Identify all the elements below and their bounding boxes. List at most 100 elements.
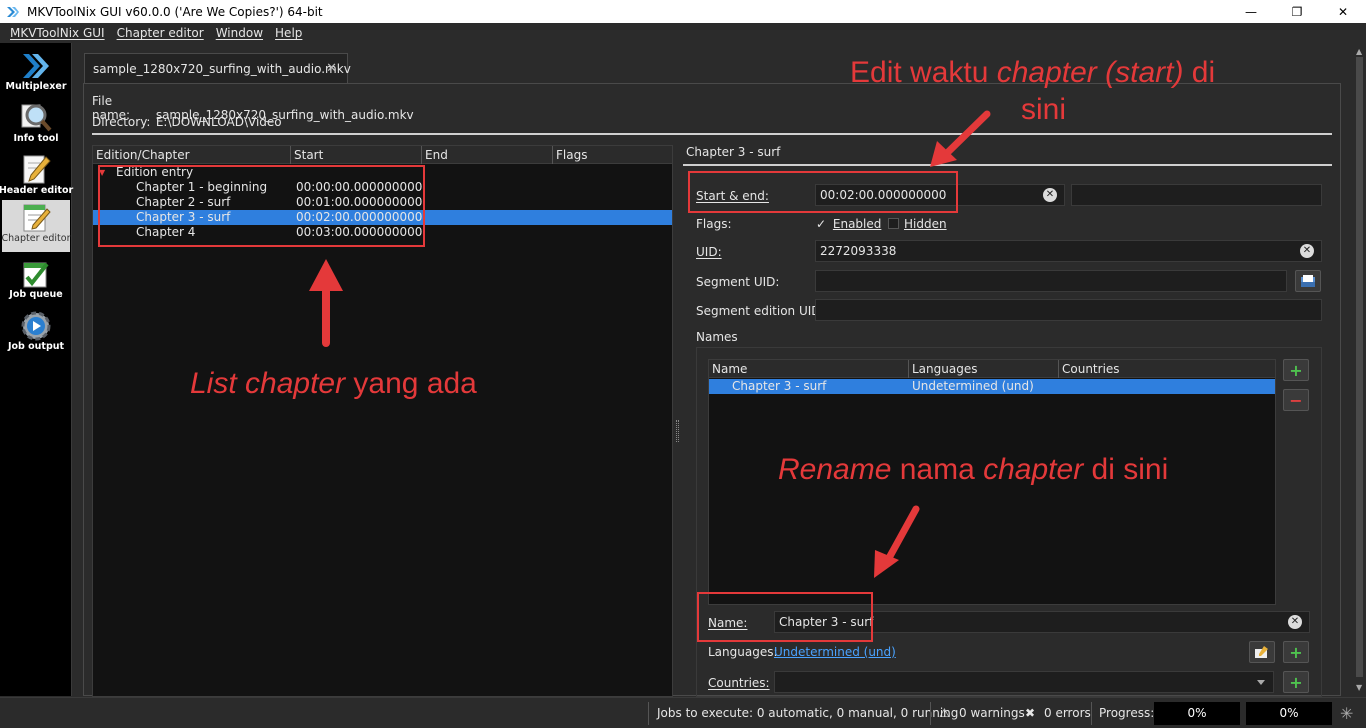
checklist-icon — [19, 257, 53, 291]
col-end[interactable]: End — [422, 146, 553, 164]
status-bar: Jobs to execute: 0 automatic, 0 manual, … — [0, 697, 1366, 728]
error-icon[interactable]: ✖ — [1025, 698, 1035, 728]
maximize-button[interactable]: ❐ — [1274, 0, 1320, 23]
directory-row: Directory: E:\DOWNLOAD\Video — [92, 115, 282, 129]
tab-label: sample_1280x720_surfing_with_audio.mkv — [93, 62, 351, 76]
splitter-handle[interactable] — [676, 420, 679, 442]
menu-window[interactable]: Window — [210, 26, 269, 40]
minimize-button[interactable]: — — [1228, 0, 1274, 23]
chapter-editor-icon — [19, 201, 53, 235]
vertical-scrollbar[interactable]: ▲ ▼ — [1353, 43, 1366, 696]
end-input[interactable] — [1071, 184, 1322, 206]
remove-name-button[interactable]: − — [1283, 389, 1309, 411]
language-cell: Undetermined (und) — [912, 379, 1034, 393]
progress-bar-total: 0% — [1246, 702, 1332, 725]
menu-mkvtoolnix-gui[interactable]: MKVToolNix GUI — [4, 26, 111, 40]
annotation-box-start — [688, 171, 958, 213]
add-country-button[interactable]: + — [1283, 671, 1309, 693]
names-label: Names — [696, 330, 738, 344]
tab-close-icon[interactable]: ✕ — [326, 61, 337, 76]
scroll-thumb[interactable] — [1356, 57, 1363, 677]
progress-label: Progress: — [1099, 706, 1155, 720]
uid-input[interactable]: 2272093338 — [815, 240, 1322, 262]
edit-languages-button[interactable] — [1249, 641, 1275, 663]
warning-icon[interactable]: ⚠ — [939, 698, 950, 728]
annotation-box-name — [697, 592, 873, 642]
hidden-checkbox[interactable]: Hidden — [888, 217, 947, 231]
sidebar-label: Header editor — [0, 185, 74, 196]
status-separator — [1091, 702, 1092, 725]
separator — [92, 133, 1332, 135]
annotation-box-chapter-list — [98, 165, 425, 247]
edit-icon — [1255, 646, 1268, 658]
names-row-selected[interactable]: Chapter 3 - surf Undetermined (und) — [709, 379, 1275, 394]
segment-uid-input[interactable] — [815, 270, 1287, 292]
chapter-detail-title: Chapter 3 - surf — [686, 145, 781, 159]
busy-spinner-icon: ✳ — [1340, 704, 1354, 723]
names-table-header: Name Languages Countries — [709, 360, 1275, 378]
status-separator — [648, 702, 649, 725]
plus-icon: + — [1289, 642, 1303, 662]
sidebar-item-info-tool[interactable]: Info tool — [0, 100, 72, 152]
scroll-down-icon[interactable]: ▼ — [1356, 683, 1362, 692]
annotation-text-rename: Rename nama chapter di sini — [778, 453, 1169, 486]
plus-icon: + — [1289, 360, 1303, 380]
col-languages[interactable]: Languages — [909, 360, 1059, 378]
enabled-checkbox[interactable]: ✓ Enabled — [816, 217, 881, 231]
menu-help[interactable]: Help — [269, 26, 308, 40]
uid-label: UID: — [696, 245, 722, 259]
menu-bar: MKVToolNix GUI Chapter editor Window Hel… — [0, 23, 1366, 43]
errors-count[interactable]: 0 errors — [1044, 698, 1091, 728]
pencil-paper-icon — [19, 153, 53, 187]
separator — [683, 164, 1332, 166]
segment-uid-label: Segment UID: — [696, 275, 780, 289]
warnings-count[interactable]: 0 warnings — [959, 698, 1025, 728]
annotation-text-edit-start-line2: sini — [1021, 93, 1067, 126]
annotation-arrow-list — [309, 259, 343, 347]
menu-chapter-editor[interactable]: Chapter editor — [111, 26, 210, 40]
annotation-text-list: List chapter yang ada — [190, 367, 477, 400]
sidebar-item-multiplexer[interactable]: Multiplexer — [0, 48, 72, 100]
countries-label: Countries: — [708, 676, 770, 690]
multiplexer-icon — [19, 49, 53, 83]
app-icon — [6, 5, 20, 19]
segment-edition-uid-label: Segment edition UID: — [696, 304, 825, 318]
checkbox-box — [888, 218, 899, 229]
col-name[interactable]: Name — [709, 360, 909, 378]
col-start[interactable]: Start — [291, 146, 422, 164]
title-bar: MKVToolNix GUI v60.0.0 ('Are We Copies?'… — [0, 0, 1366, 23]
col-edition-chapter[interactable]: Edition/Chapter — [93, 146, 291, 164]
clear-start-icon[interactable]: ✕ — [1043, 188, 1057, 202]
directory-value: E:\DOWNLOAD\Video — [155, 115, 282, 129]
scroll-up-icon[interactable]: ▲ — [1356, 47, 1362, 56]
sidebar-item-job-queue[interactable]: Job queue — [0, 256, 72, 308]
sidebar-item-job-output[interactable]: Job output — [0, 308, 72, 360]
languages-link[interactable]: Undetermined (und) — [774, 645, 896, 659]
jobs-status: Jobs to execute: 0 automatic, 0 manual, … — [657, 706, 959, 720]
sidebar-item-header-editor[interactable]: Header editor — [0, 152, 74, 204]
sidebar-label: Job output — [7, 341, 65, 352]
annotation-text-edit-start: Edit waktu chapter (start) di — [850, 56, 1216, 89]
tree-header: Edition/Chapter Start End Flags — [93, 146, 672, 164]
col-countries[interactable]: Countries — [1059, 360, 1275, 378]
close-button[interactable]: ✕ — [1320, 0, 1366, 23]
browse-file-button[interactable] — [1295, 270, 1321, 292]
directory-label: Directory: — [92, 115, 151, 129]
add-name-button[interactable]: + — [1283, 359, 1309, 381]
col-flags[interactable]: Flags — [553, 146, 672, 164]
annotation-arrow-start — [930, 110, 991, 167]
segment-edition-uid-input[interactable] — [815, 299, 1322, 321]
checkmark-icon: ✓ — [816, 217, 827, 231]
languages-label: Languages: — [708, 645, 778, 659]
progress-bar-current: 0% — [1154, 702, 1240, 725]
clear-uid-icon[interactable]: ✕ — [1300, 244, 1314, 258]
tool-sidebar: Multiplexer Info tool Header editor Chap… — [0, 43, 74, 696]
magnifier-icon — [19, 101, 53, 135]
sidebar-item-chapter-editor[interactable]: Chapter editor — [2, 200, 70, 252]
add-language-button[interactable]: + — [1283, 641, 1309, 663]
flags-label: Flags: — [696, 217, 732, 231]
clear-name-icon[interactable]: ✕ — [1288, 615, 1302, 629]
file-open-icon — [1301, 275, 1315, 287]
tab-file[interactable]: sample_1280x720_surfing_with_audio.mkv ✕ — [84, 53, 351, 84]
countries-select[interactable] — [774, 671, 1274, 693]
